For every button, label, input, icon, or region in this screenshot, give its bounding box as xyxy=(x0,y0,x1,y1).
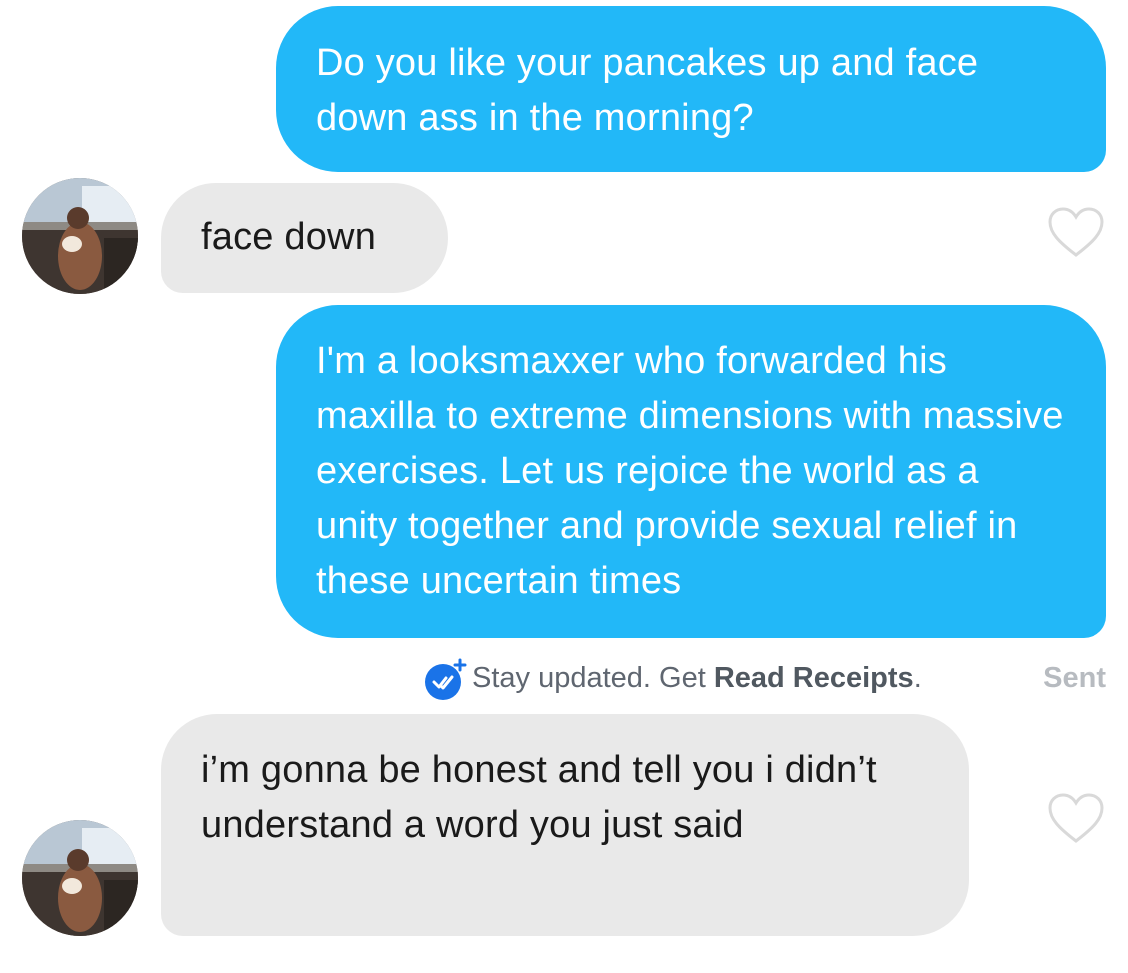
read-receipts-prompt[interactable]: Stay updated. Get Read Receipts. xyxy=(424,652,922,704)
receipts-prefix: Stay updated. Get xyxy=(472,661,714,694)
match-avatar[interactable] xyxy=(22,178,138,294)
outgoing-message-bubble[interactable]: I'm a looksmaxxer who forwarded his maxi… xyxy=(276,305,1106,638)
double-check-icon xyxy=(424,658,467,702)
message-text: Do you like your pancakes up and face do… xyxy=(316,42,979,139)
receipts-suffix: . xyxy=(913,661,922,694)
match-avatar[interactable] xyxy=(22,820,138,936)
outgoing-message-bubble[interactable]: Do you like your pancakes up and face do… xyxy=(276,6,1106,172)
like-heart-icon[interactable] xyxy=(1047,207,1105,259)
message-text: i’m gonna be honest and tell you i didn’… xyxy=(201,749,877,846)
message-text: I'm a looksmaxxer who forwarded his maxi… xyxy=(316,340,1064,602)
incoming-message-bubble[interactable]: face down xyxy=(161,183,448,293)
incoming-message-bubble[interactable]: i’m gonna be honest and tell you i didn’… xyxy=(161,714,969,936)
like-heart-icon[interactable] xyxy=(1047,793,1105,845)
read-receipts-link[interactable]: Read Receipts xyxy=(714,662,914,695)
message-status: Sent xyxy=(1043,662,1106,694)
message-text: face down xyxy=(201,216,377,258)
